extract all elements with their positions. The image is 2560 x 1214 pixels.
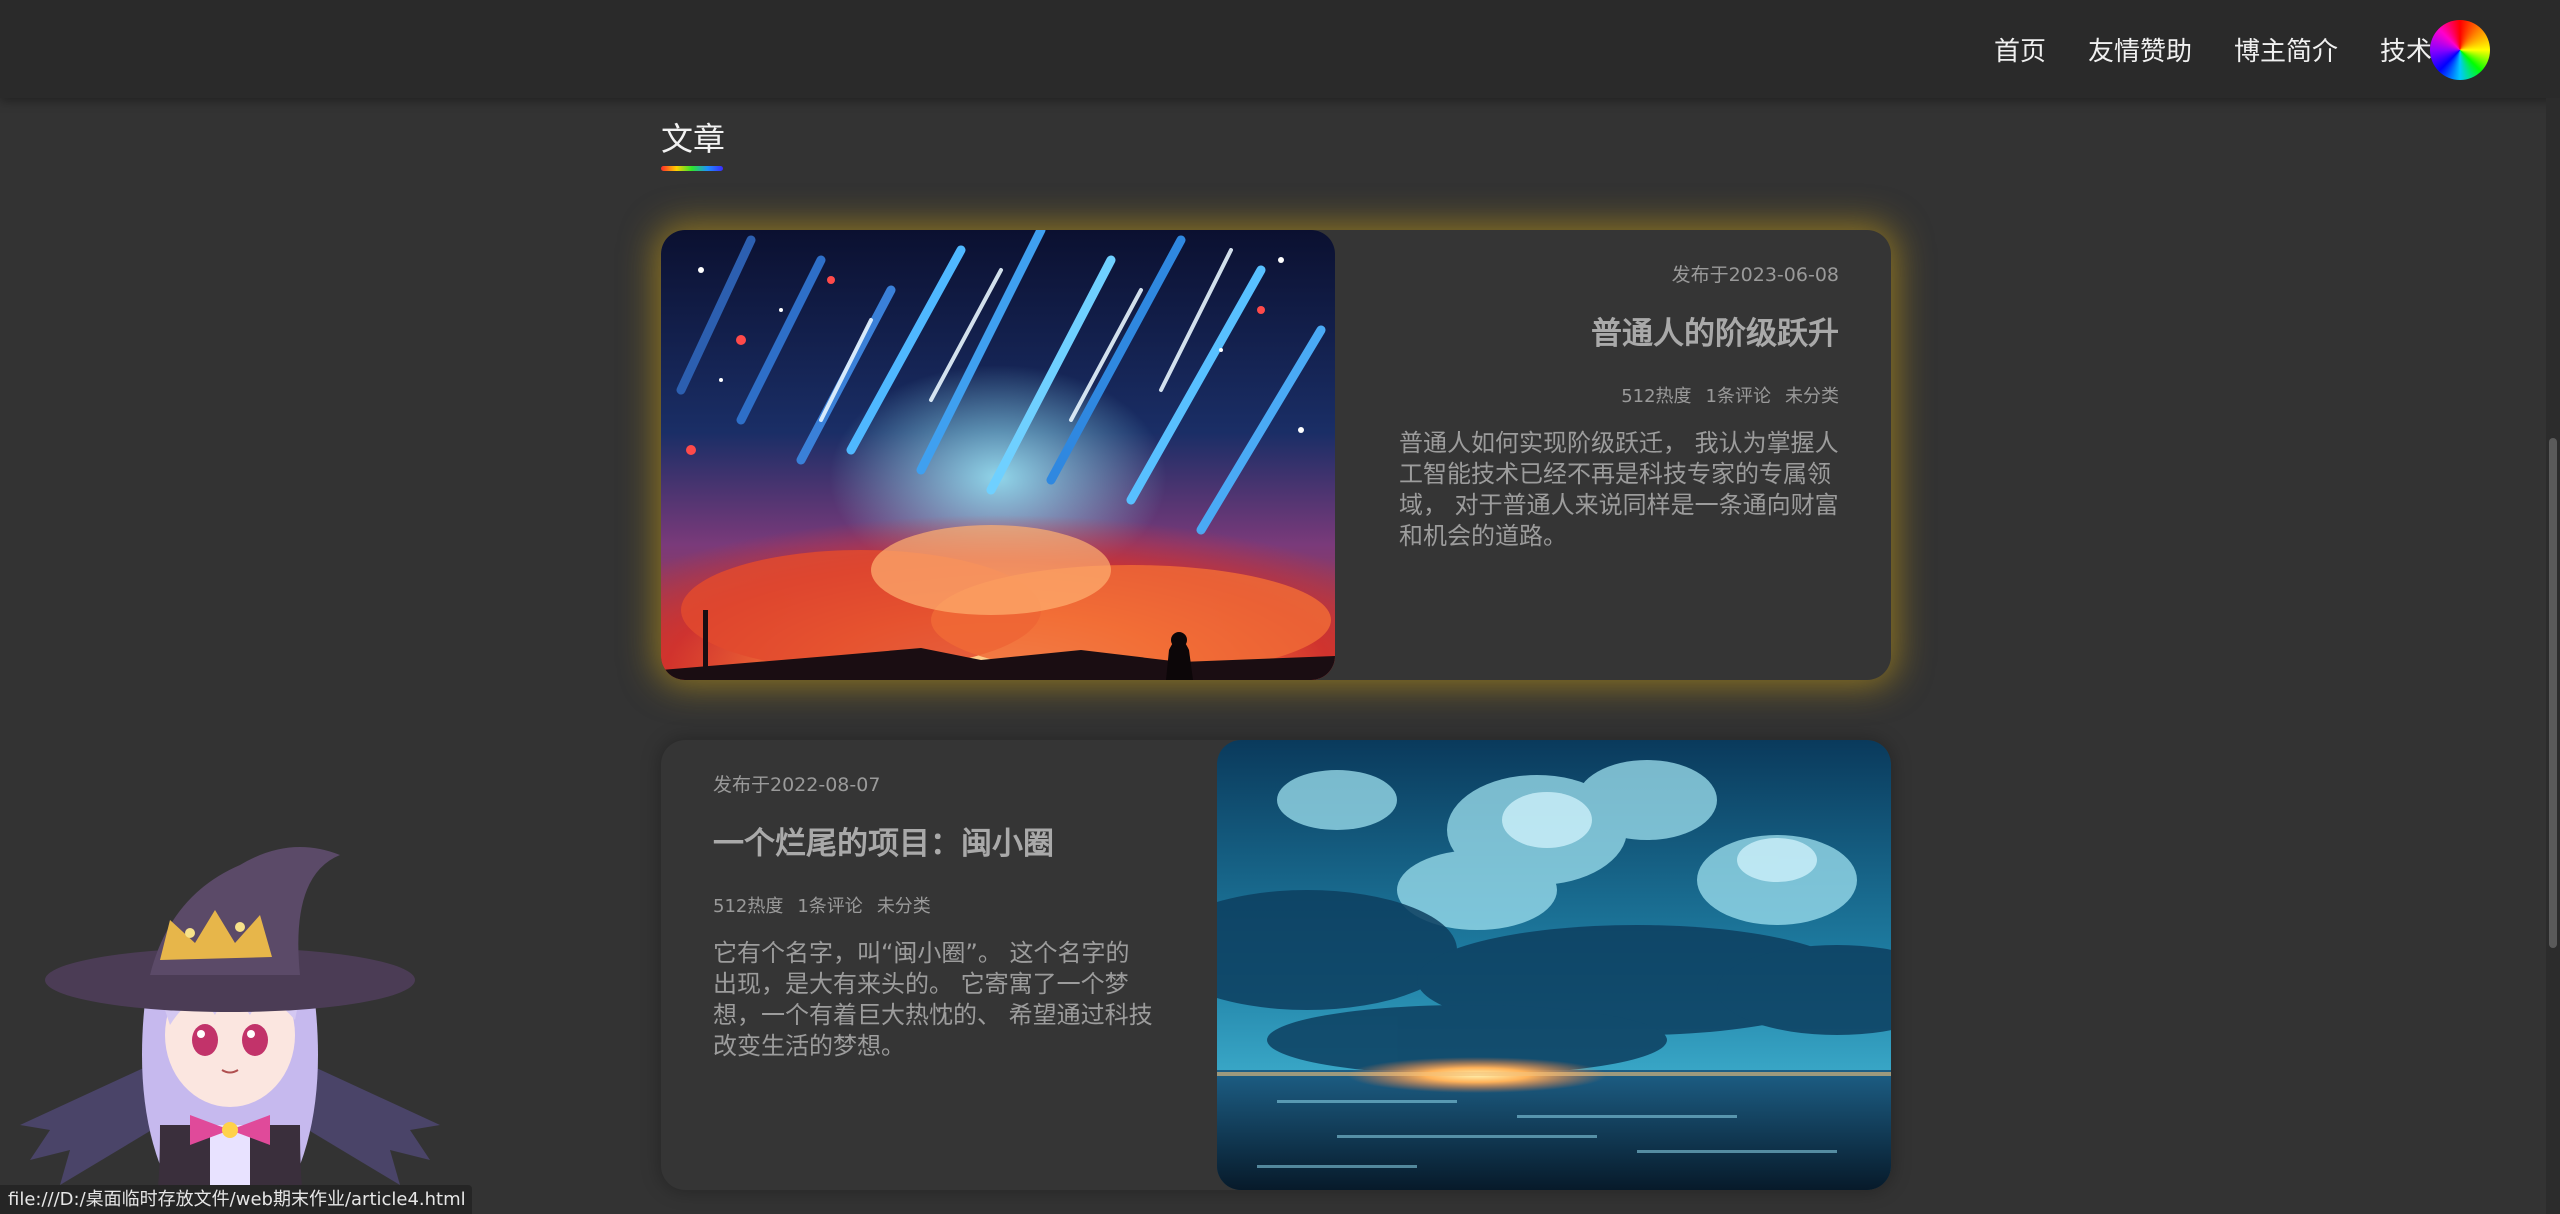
scrollbar-thumb[interactable] bbox=[2549, 438, 2557, 948]
page-scrollbar[interactable] bbox=[2546, 98, 2560, 1214]
article-text-2: 发布于2022-08-07 一个烂尾的项目：闽小圈 512热度 1条评论 未分类… bbox=[713, 740, 1153, 1190]
article-excerpt: 它有个名字，叫“闽小圈”。 这个名字的出现，是大有来头的。 它寄寓了一个梦想，一… bbox=[713, 939, 1153, 1060]
witch-girl-mascot[interactable] bbox=[10, 825, 450, 1214]
article-meta: 512热度 1条评论 未分类 bbox=[1621, 382, 1839, 408]
article-date: 发布于2022-08-07 bbox=[713, 774, 881, 796]
article-comments[interactable]: 1条评论 bbox=[1706, 382, 1771, 408]
article-category[interactable]: 未分类 bbox=[877, 892, 931, 918]
section-title-underline bbox=[661, 166, 723, 171]
article-date: 发布于2023-06-08 bbox=[1671, 264, 1839, 286]
article-heat: 512热度 bbox=[713, 896, 784, 917]
article-category[interactable]: 未分类 bbox=[1785, 382, 1839, 408]
nav-item-home[interactable]: 首页 bbox=[1994, 31, 2046, 68]
article-comments[interactable]: 1条评论 bbox=[797, 892, 862, 918]
top-navigation-bar: 首页 友情赞助 博主简介 技术栈 bbox=[0, 0, 2560, 98]
article-title[interactable]: 一个烂尾的项目：闽小圈 bbox=[713, 818, 1054, 863]
article-card-2[interactable]: 发布于2022-08-07 一个烂尾的项目：闽小圈 512热度 1条评论 未分类… bbox=[661, 740, 1891, 1190]
status-url-bar: file:///D:/桌面临时存放文件/web期末作业/article4.htm… bbox=[0, 1185, 472, 1214]
article-excerpt: 普通人如何实现阶级跃迁， 我认为掌握人工智能技术已经不再是科技专家的专属领域， … bbox=[1399, 429, 1839, 550]
nav-item-about[interactable]: 博主简介 bbox=[2234, 31, 2338, 68]
meteor-shower-illustration[interactable] bbox=[661, 230, 1335, 680]
article-title[interactable]: 普通人的阶级跃升 bbox=[1591, 308, 1839, 353]
section-title: 文章 bbox=[661, 120, 726, 158]
article-heat: 512热度 bbox=[1621, 386, 1692, 407]
rainbow-avatar-icon[interactable] bbox=[2430, 20, 2490, 80]
article-meta: 512热度 1条评论 未分类 bbox=[713, 892, 931, 918]
main-nav: 首页 友情赞助 博主简介 技术栈 bbox=[1994, 0, 2458, 98]
sunset-sea-clouds-illustration[interactable] bbox=[1217, 740, 1891, 1190]
nav-item-sponsors[interactable]: 友情赞助 bbox=[2088, 31, 2192, 68]
article-text-1: 发布于2023-06-08 普通人的阶级跃升 512热度 1条评论 未分类 普通… bbox=[1399, 230, 1839, 680]
article-card-1[interactable]: 发布于2023-06-08 普通人的阶级跃升 512热度 1条评论 未分类 普通… bbox=[661, 230, 1891, 680]
